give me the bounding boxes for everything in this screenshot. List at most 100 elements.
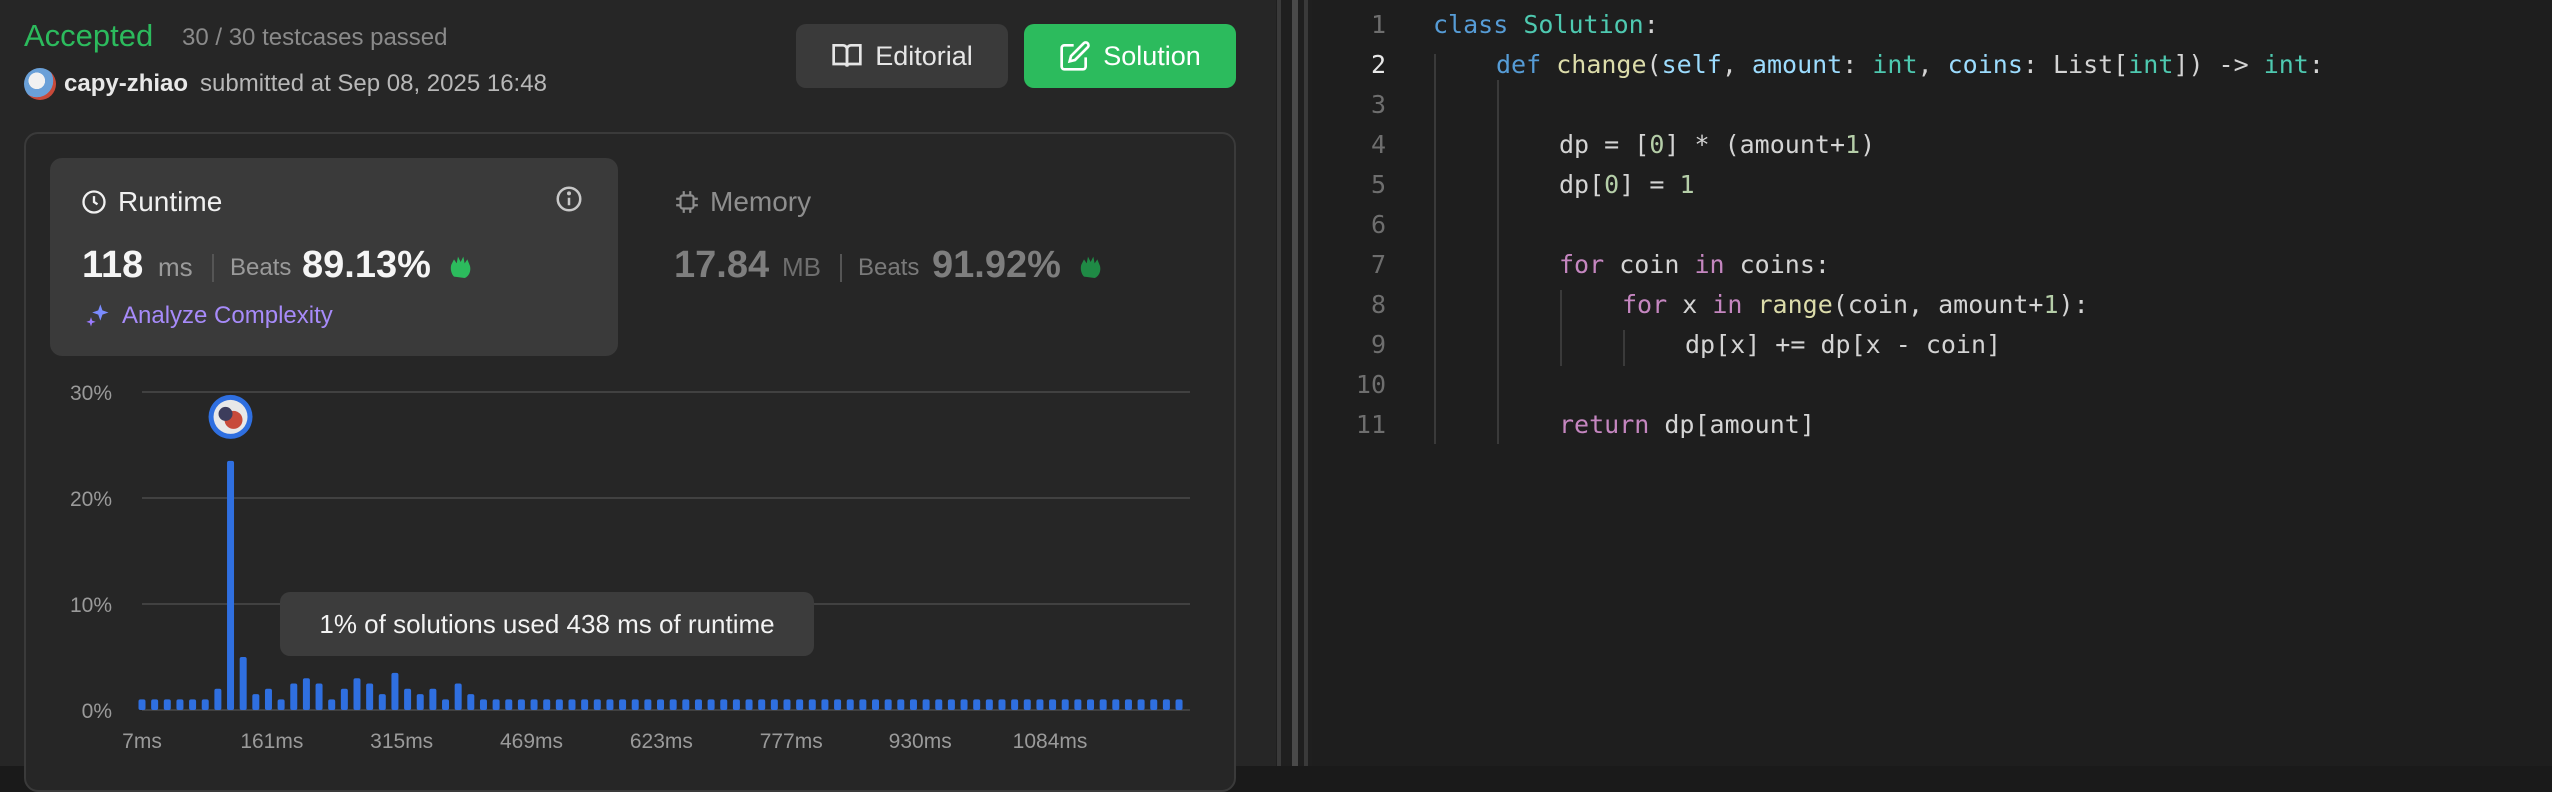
histogram-bar[interactable] xyxy=(366,683,374,711)
histogram-bar[interactable] xyxy=(467,694,475,710)
histogram-bar[interactable] xyxy=(1074,699,1082,710)
histogram-bar[interactable] xyxy=(631,699,639,710)
histogram-bar[interactable] xyxy=(454,683,462,711)
histogram-bar[interactable] xyxy=(745,699,753,710)
histogram-bar[interactable] xyxy=(1049,699,1057,710)
histogram-bar[interactable] xyxy=(517,699,525,710)
histogram-bar[interactable] xyxy=(998,699,1006,710)
histogram-bar[interactable] xyxy=(884,699,892,710)
histogram-bar[interactable] xyxy=(1011,699,1019,710)
histogram-bar[interactable] xyxy=(1162,699,1170,710)
histogram-bar[interactable] xyxy=(897,699,905,710)
histogram-bar[interactable] xyxy=(1124,699,1132,710)
histogram-bar[interactable] xyxy=(340,688,348,710)
memory-tab[interactable]: Memory xyxy=(674,186,811,218)
user-avatar[interactable] xyxy=(24,68,56,100)
histogram-bar[interactable] xyxy=(543,699,551,710)
histogram-bar[interactable] xyxy=(290,683,298,711)
histogram-bar[interactable] xyxy=(189,699,197,710)
histogram-bar[interactable] xyxy=(606,699,614,710)
histogram-bar[interactable] xyxy=(277,699,285,710)
histogram-bar[interactable] xyxy=(707,699,715,710)
histogram-bar[interactable] xyxy=(1087,699,1095,710)
histogram-bar[interactable] xyxy=(568,699,576,710)
histogram-bar[interactable] xyxy=(429,688,437,710)
histogram-bar[interactable] xyxy=(264,688,272,710)
code-line[interactable]: dp[x] += dp[x - coin] xyxy=(1685,330,2001,359)
histogram-bar[interactable] xyxy=(328,699,336,710)
histogram-bar[interactable] xyxy=(1099,699,1107,710)
code-line[interactable]: def change(self, amount: int, coins: Lis… xyxy=(1496,50,2324,79)
code-line[interactable]: dp[0] = 1 xyxy=(1559,170,1695,199)
histogram-bar[interactable] xyxy=(239,657,247,710)
histogram-bar[interactable] xyxy=(378,694,386,710)
code-line[interactable]: return dp[amount] xyxy=(1559,410,1815,439)
histogram-bar[interactable] xyxy=(1112,699,1120,710)
code-area[interactable]: 1 2 3 4 5 6 7 8 9 10 11 class Solution: … xyxy=(1312,0,2552,766)
histogram-bar[interactable] xyxy=(1175,699,1183,710)
histogram-bar[interactable] xyxy=(416,694,424,710)
histogram-bar[interactable] xyxy=(1023,699,1031,710)
histogram-bar[interactable] xyxy=(353,678,361,710)
histogram-bar[interactable] xyxy=(391,672,399,710)
histogram-bar[interactable] xyxy=(694,699,702,710)
histogram-bar[interactable] xyxy=(252,694,260,710)
histogram-bar[interactable] xyxy=(619,699,627,710)
histogram-bar[interactable] xyxy=(985,699,993,710)
histogram-bar[interactable] xyxy=(581,699,589,710)
histogram-bar[interactable] xyxy=(138,699,146,710)
histogram-bar[interactable] xyxy=(669,699,677,710)
histogram-bar[interactable] xyxy=(1061,699,1069,710)
histogram-bar[interactable] xyxy=(1137,699,1145,710)
histogram-bar[interactable] xyxy=(935,699,943,710)
histogram-bar[interactable] xyxy=(859,699,867,710)
histogram-bar[interactable] xyxy=(479,699,487,710)
histogram-bar[interactable] xyxy=(201,699,209,710)
histogram-bar[interactable] xyxy=(872,699,880,710)
username-link[interactable]: capy-zhiao xyxy=(64,70,188,98)
histogram-bar[interactable] xyxy=(657,699,665,710)
histogram-bar[interactable] xyxy=(492,699,500,710)
histogram-bar[interactable] xyxy=(947,699,955,710)
histogram-bar[interactable] xyxy=(909,699,917,710)
histogram-bar[interactable] xyxy=(530,699,538,710)
histogram-bar[interactable] xyxy=(922,699,930,710)
histogram-bar[interactable] xyxy=(960,699,968,710)
code-line[interactable]: for x in range(coin, amount+1): xyxy=(1622,290,2089,319)
histogram-bar[interactable] xyxy=(163,699,171,710)
histogram-bar[interactable] xyxy=(505,699,513,710)
analyze-complexity-link[interactable]: Analyze Complexity xyxy=(84,302,333,330)
histogram-bar[interactable] xyxy=(227,460,235,710)
histogram-bar[interactable] xyxy=(783,699,791,710)
histogram-bar[interactable] xyxy=(846,699,854,710)
code-line[interactable]: for coin in coins: xyxy=(1559,250,1830,279)
histogram-bar[interactable] xyxy=(808,699,816,710)
histogram-bar[interactable] xyxy=(821,699,829,710)
solution-button[interactable]: Solution xyxy=(1024,24,1236,88)
histogram-bar[interactable] xyxy=(758,699,766,710)
histogram-bar[interactable] xyxy=(720,699,728,710)
histogram-bar[interactable] xyxy=(555,699,563,710)
histogram-bar[interactable] xyxy=(644,699,652,710)
histogram-bar[interactable] xyxy=(732,699,740,710)
histogram-bar[interactable] xyxy=(1150,699,1158,710)
histogram-bar[interactable] xyxy=(404,688,412,710)
histogram-bar[interactable] xyxy=(442,699,450,710)
histogram-bar[interactable] xyxy=(151,699,159,710)
histogram-bar[interactable] xyxy=(770,699,778,710)
editorial-button[interactable]: Editorial xyxy=(796,24,1008,88)
runtime-distribution-chart[interactable]: 0% 10% 20% 30% 7ms 161ms 315ms 469ms 623ms 777ms 9… xyxy=(50,370,1250,766)
histogram-bar[interactable] xyxy=(176,699,184,710)
histogram-bar[interactable] xyxy=(834,699,842,710)
histogram-bar[interactable] xyxy=(796,699,804,710)
panel-resize-handle[interactable] xyxy=(1276,0,1312,766)
code-line[interactable]: class Solution: xyxy=(1433,10,1659,39)
info-icon[interactable] xyxy=(554,184,584,214)
histogram-bar[interactable] xyxy=(1036,699,1044,710)
histogram-bar[interactable] xyxy=(682,699,690,710)
histogram-bar[interactable] xyxy=(302,678,310,710)
histogram-bar[interactable] xyxy=(973,699,981,710)
histogram-bar[interactable] xyxy=(214,688,222,710)
histogram-bar[interactable] xyxy=(315,683,323,711)
histogram-bar[interactable] xyxy=(593,699,601,710)
